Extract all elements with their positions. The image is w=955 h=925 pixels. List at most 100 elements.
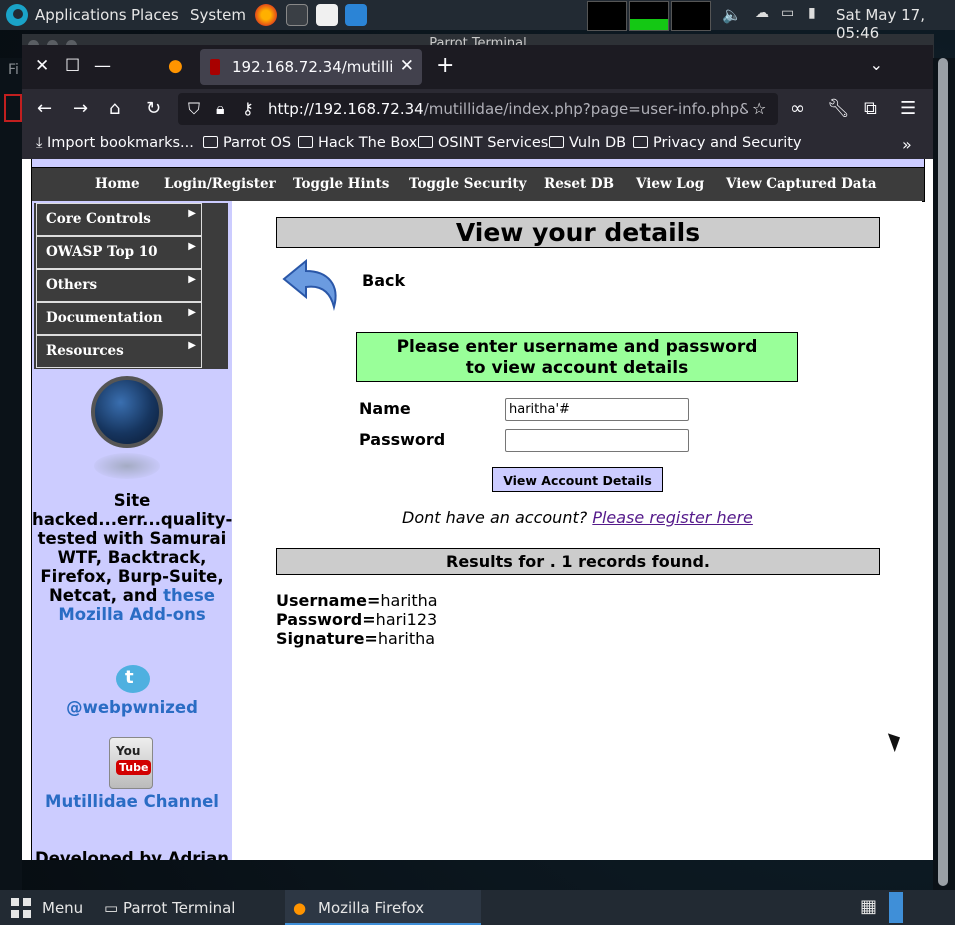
- view-account-details-button[interactable]: View Account Details: [492, 467, 663, 492]
- menu-login-register[interactable]: Login/Register: [164, 176, 276, 192]
- menu-toggle-security[interactable]: Toggle Security: [409, 176, 527, 192]
- youtube-logo-tube: Tube: [116, 760, 152, 775]
- bookmark-label: Privacy and Security: [653, 135, 802, 151]
- vscode-launcher-icon[interactable]: [345, 4, 367, 26]
- site-tested-text: Site hacked...err...quality-tested with …: [32, 491, 232, 624]
- twitter-handle-link[interactable]: @webpwnized: [32, 698, 232, 717]
- instructions-box: Please enter username and password to vi…: [356, 332, 798, 382]
- menu-view-captured-data[interactable]: View Captured Data: [726, 176, 877, 192]
- lock-icon[interactable]: 🔒︎: [216, 99, 225, 119]
- result-password: Password=hari123: [276, 610, 437, 629]
- clock[interactable]: Sat May 17, 05:46: [836, 6, 955, 42]
- extensions-icon[interactable]: ⧉: [864, 98, 877, 119]
- sidebar: Core Controls ▶ OWASP Top 10 ▶ Others ▶ Doc…: [31, 201, 233, 860]
- arrow-right-icon: ▶: [188, 208, 196, 219]
- main-panel: View your details Back Please enter user…: [232, 201, 922, 860]
- forward-icon[interactable]: →: [73, 98, 88, 119]
- menu-reset-db[interactable]: Reset DB: [544, 176, 614, 192]
- terminal-launcher-icon[interactable]: [286, 4, 308, 26]
- folder-icon: [633, 136, 648, 148]
- hamburger-menu-icon[interactable]: ☰: [900, 98, 916, 119]
- taskbar-menu[interactable]: Menu: [42, 899, 83, 917]
- bookmark-vuln-db[interactable]: Vuln DB: [549, 135, 626, 151]
- terminal-scrollbar[interactable]: [933, 58, 955, 890]
- private-mask-icon[interactable]: ∞: [790, 98, 805, 119]
- folder-icon: [203, 136, 218, 148]
- bookmark-star-icon[interactable]: ☆: [752, 99, 766, 118]
- bookmark-osint[interactable]: OSINT Services: [418, 135, 548, 151]
- folder-icon: [298, 136, 313, 148]
- bookmark-label: Hack The Box: [318, 135, 418, 151]
- side-item-label: Documentation: [46, 310, 163, 326]
- tab-active[interactable]: 192.168.72.34/mutillidae/ ✕: [200, 49, 422, 85]
- volume-icon[interactable]: 🔈: [722, 5, 742, 24]
- url-bar[interactable]: ⛉ 🔒︎ ⚷ http://192.168.72.34/mutillidae/i…: [178, 93, 778, 125]
- twitter-bird-icon[interactable]: t: [110, 663, 156, 695]
- bookmark-privacy[interactable]: Privacy and Security: [633, 135, 802, 151]
- shield-icon[interactable]: ⛉: [188, 99, 200, 119]
- side-item-label: Others: [46, 277, 98, 293]
- workspace-switcher-icon[interactable]: ▦: [860, 896, 877, 917]
- bookmark-parrot-os[interactable]: Parrot OS: [203, 135, 291, 151]
- menu-places[interactable]: Places: [131, 6, 179, 24]
- mutillidae-favicon-icon: [210, 59, 220, 75]
- side-item-resources[interactable]: Resources ▶: [36, 335, 202, 368]
- navigation-bar: ← → ⌂ ↻ ⛉ 🔒︎ ⚷ http://192.168.72.34/muti…: [22, 89, 933, 129]
- back-arrow-icon[interactable]: [280, 255, 344, 315]
- bookmark-import[interactable]: ⤓ Import bookmarks...: [36, 135, 194, 151]
- side-item-core-controls[interactable]: Core Controls ▶: [36, 203, 202, 236]
- taskbar-mozilla-firefox[interactable]: ● Mozilla Firefox: [285, 890, 481, 925]
- menu-toggle-hints[interactable]: Toggle Hints: [293, 176, 389, 192]
- firefox-launcher-icon[interactable]: [255, 4, 277, 26]
- close-tab-icon[interactable]: ✕: [400, 56, 414, 76]
- password-input[interactable]: [505, 429, 689, 452]
- name-input[interactable]: [505, 398, 689, 421]
- network-icon[interactable]: ☁: [755, 5, 769, 21]
- close-window-icon[interactable]: ✕: [35, 56, 49, 76]
- youtube-channel-link[interactable]: Mutillidae Channel: [32, 792, 232, 811]
- side-item-documentation[interactable]: Documentation ▶: [36, 302, 202, 335]
- page-header-strip: [31, 159, 925, 167]
- list-tabs-chevron-down-icon[interactable]: ⌄: [870, 55, 883, 74]
- owasp-logo-icon[interactable]: [91, 376, 163, 448]
- menu-home[interactable]: Home: [95, 176, 140, 192]
- youtube-icon[interactable]: You Tube: [109, 737, 153, 789]
- maximize-window-icon[interactable]: ☐: [65, 56, 80, 76]
- home-icon[interactable]: ⌂: [109, 98, 120, 119]
- url-text[interactable]: http://192.168.72.34/mutillidae/index.ph…: [268, 100, 748, 118]
- firefox-window: ✕ ☐ — ● 192.168.72.34/mutillidae/ ✕ + ⌄ …: [22, 45, 933, 860]
- tab-bar: ✕ ☐ — ● 192.168.72.34/mutillidae/ ✕ + ⌄: [22, 45, 933, 89]
- menu-system[interactable]: System: [190, 6, 246, 24]
- terminal-icon: ▭: [104, 899, 123, 917]
- back-icon[interactable]: ←: [37, 98, 52, 119]
- terminal-menu-fragment: Fi: [8, 62, 19, 78]
- minimize-window-icon[interactable]: —: [94, 56, 111, 76]
- new-tab-icon[interactable]: +: [436, 53, 454, 78]
- display-icon[interactable]: ▭: [781, 5, 794, 21]
- arrow-right-icon: ▶: [188, 340, 196, 351]
- reload-icon[interactable]: ↻: [146, 98, 161, 119]
- scrollbar-thumb[interactable]: [938, 58, 948, 886]
- menu-applications[interactable]: Applications: [35, 6, 127, 24]
- side-item-others[interactable]: Others ▶: [36, 269, 202, 302]
- name-label: Name: [359, 399, 411, 418]
- firefox-view-icon[interactable]: ●: [168, 56, 183, 76]
- back-link[interactable]: Back: [362, 271, 405, 290]
- workspace-indicator[interactable]: [889, 892, 903, 923]
- clipboard-icon[interactable]: ▮: [808, 5, 816, 21]
- side-item-owasp-top-10[interactable]: OWASP Top 10 ▶: [36, 236, 202, 269]
- editor-launcher-icon[interactable]: [316, 4, 338, 26]
- parrot-logo-icon[interactable]: [6, 4, 28, 26]
- register-link[interactable]: Please register here: [592, 508, 753, 527]
- menu-view-log[interactable]: View Log: [636, 176, 704, 192]
- taskbar-parrot-terminal[interactable]: ▭ Parrot Terminal: [104, 899, 235, 917]
- more-bookmarks-chevron-icon[interactable]: »: [902, 135, 912, 154]
- bookmark-hack-the-box[interactable]: Hack The Box: [298, 135, 417, 151]
- youtube-logo-you: You: [116, 744, 141, 758]
- menu-grid-icon[interactable]: [11, 898, 31, 918]
- instructions-line-2: to view account details: [465, 358, 689, 378]
- url-host: http://192.168.72.34: [268, 100, 424, 118]
- taskbar: Menu ▭ Parrot Terminal ● Mozilla Firefox…: [0, 890, 955, 925]
- permissions-key-icon[interactable]: ⚷: [242, 99, 254, 118]
- wrench-icon[interactable]: 🔧︎: [827, 98, 850, 119]
